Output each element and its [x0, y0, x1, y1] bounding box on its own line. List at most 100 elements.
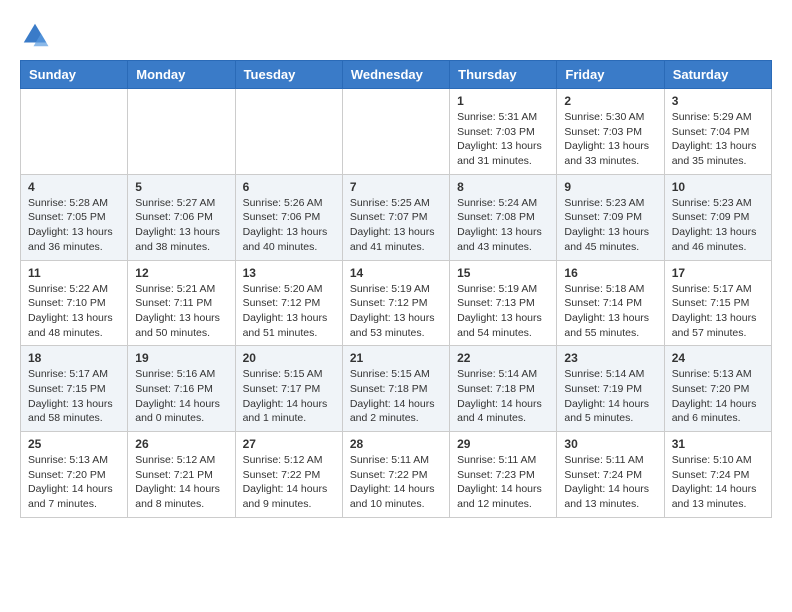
- weekday-header: Sunday: [21, 61, 128, 89]
- calendar-cell: 8Sunrise: 5:24 AM Sunset: 7:08 PM Daylig…: [450, 174, 557, 260]
- day-number: 22: [457, 351, 549, 365]
- day-info: Sunrise: 5:31 AM Sunset: 7:03 PM Dayligh…: [457, 110, 549, 169]
- day-number: 31: [672, 437, 764, 451]
- calendar-cell: 24 Sunrise: 5:13 AM Sunset: 7:20 PM Dayli…: [664, 346, 771, 432]
- day-number: 27: [243, 437, 335, 451]
- day-number: 4: [28, 180, 120, 194]
- calendar-cell: 17 Sunrise: 5:17 AM Sunset: 7:15 PM Dayli…: [664, 260, 771, 346]
- calendar-cell: 12Sunrise: 5:21 AM Sunset: 7:11 PM Dayli…: [128, 260, 235, 346]
- day-info: Sunrise: 5:11 AM Sunset: 7:24 PM Dayligh…: [564, 453, 656, 512]
- day-info: Sunrise: 5:14 AM Sunset: 7:19 PM Dayligh…: [564, 367, 656, 426]
- calendar-header-row: SundayMondayTuesdayWednesdayThursdayFrid…: [21, 61, 772, 89]
- day-number: 3: [672, 94, 764, 108]
- day-info: Sunrise: 5:16 AM Sunset: 7:16 PM Dayligh…: [135, 367, 227, 426]
- day-number: 6: [243, 180, 335, 194]
- day-number: 26: [135, 437, 227, 451]
- calendar-cell: 23 Sunrise: 5:14 AM Sunset: 7:19 PM Dayli…: [557, 346, 664, 432]
- day-number: 7: [350, 180, 442, 194]
- day-number: 16: [564, 266, 656, 280]
- calendar-cell: 15 Sunrise: 5:19 AM Sunset: 7:13 PM Dayli…: [450, 260, 557, 346]
- calendar-week-row: 1 Sunrise: 5:31 AM Sunset: 7:03 PM Daylig…: [21, 89, 772, 175]
- calendar-cell: 6 Sunrise: 5:26 AM Sunset: 7:06 PM Daylig…: [235, 174, 342, 260]
- day-info: Sunrise: 5:15 AM Sunset: 7:17 PM Dayligh…: [243, 367, 335, 426]
- day-info: Sunrise: 5:10 AM Sunset: 7:24 PM Dayligh…: [672, 453, 764, 512]
- day-info: Sunrise: 5:18 AM Sunset: 7:14 PM Dayligh…: [564, 282, 656, 341]
- day-info: Sunrise: 5:27 AM Sunset: 7:06 PM Dayligh…: [135, 196, 227, 255]
- calendar-cell: [235, 89, 342, 175]
- day-number: 23: [564, 351, 656, 365]
- day-info: Sunrise: 5:28 AM Sunset: 7:05 PM Dayligh…: [28, 196, 120, 255]
- calendar-week-row: 11 Sunrise: 5:22 AM Sunset: 7:10 PM Dayli…: [21, 260, 772, 346]
- day-info: Sunrise: 5:13 AM Sunset: 7:20 PM Dayligh…: [672, 367, 764, 426]
- day-info: Sunrise: 5:15 AM Sunset: 7:18 PM Dayligh…: [350, 367, 442, 426]
- day-info: Sunrise: 5:17 AM Sunset: 7:15 PM Dayligh…: [672, 282, 764, 341]
- day-info: Sunrise: 5:11 AM Sunset: 7:22 PM Dayligh…: [350, 453, 442, 512]
- calendar-cell: [21, 89, 128, 175]
- day-number: 11: [28, 266, 120, 280]
- calendar-cell: 26 Sunrise: 5:12 AM Sunset: 7:21 PM Dayli…: [128, 432, 235, 518]
- day-number: 9: [564, 180, 656, 194]
- day-info: Sunrise: 5:24 AM Sunset: 7:08 PM Dayligh…: [457, 196, 549, 255]
- calendar-cell: 7 Sunrise: 5:25 AM Sunset: 7:07 PM Daylig…: [342, 174, 449, 260]
- weekday-header: Tuesday: [235, 61, 342, 89]
- day-number: 15: [457, 266, 549, 280]
- calendar-cell: 29Sunrise: 5:11 AM Sunset: 7:23 PM Dayli…: [450, 432, 557, 518]
- day-info: Sunrise: 5:26 AM Sunset: 7:06 PM Dayligh…: [243, 196, 335, 255]
- calendar-cell: 14Sunrise: 5:19 AM Sunset: 7:12 PM Dayli…: [342, 260, 449, 346]
- day-number: 1: [457, 94, 549, 108]
- calendar-cell: 28 Sunrise: 5:11 AM Sunset: 7:22 PM Dayli…: [342, 432, 449, 518]
- calendar-cell: 21 Sunrise: 5:15 AM Sunset: 7:18 PM Dayli…: [342, 346, 449, 432]
- day-number: 17: [672, 266, 764, 280]
- day-info: Sunrise: 5:22 AM Sunset: 7:10 PM Dayligh…: [28, 282, 120, 341]
- calendar-cell: 5 Sunrise: 5:27 AM Sunset: 7:06 PM Daylig…: [128, 174, 235, 260]
- calendar-cell: 31 Sunrise: 5:10 AM Sunset: 7:24 PM Dayli…: [664, 432, 771, 518]
- calendar-cell: 13 Sunrise: 5:20 AM Sunset: 7:12 PM Dayli…: [235, 260, 342, 346]
- weekday-header: Thursday: [450, 61, 557, 89]
- day-info: Sunrise: 5:11 AM Sunset: 7:23 PM Dayligh…: [457, 453, 549, 512]
- day-number: 28: [350, 437, 442, 451]
- calendar-cell: 2 Sunrise: 5:30 AM Sunset: 7:03 PM Daylig…: [557, 89, 664, 175]
- day-number: 5: [135, 180, 227, 194]
- calendar-cell: 3 Sunrise: 5:29 AM Sunset: 7:04 PM Daylig…: [664, 89, 771, 175]
- day-info: Sunrise: 5:23 AM Sunset: 7:09 PM Dayligh…: [672, 196, 764, 255]
- day-info: Sunrise: 5:29 AM Sunset: 7:04 PM Dayligh…: [672, 110, 764, 169]
- calendar-cell: 22Sunrise: 5:14 AM Sunset: 7:18 PM Dayli…: [450, 346, 557, 432]
- day-number: 13: [243, 266, 335, 280]
- day-info: Sunrise: 5:23 AM Sunset: 7:09 PM Dayligh…: [564, 196, 656, 255]
- day-info: Sunrise: 5:21 AM Sunset: 7:11 PM Dayligh…: [135, 282, 227, 341]
- weekday-header: Saturday: [664, 61, 771, 89]
- day-info: Sunrise: 5:12 AM Sunset: 7:22 PM Dayligh…: [243, 453, 335, 512]
- calendar-cell: 11 Sunrise: 5:22 AM Sunset: 7:10 PM Dayli…: [21, 260, 128, 346]
- day-number: 19: [135, 351, 227, 365]
- day-info: Sunrise: 5:17 AM Sunset: 7:15 PM Dayligh…: [28, 367, 120, 426]
- calendar-table: SundayMondayTuesdayWednesdayThursdayFrid…: [20, 60, 772, 518]
- calendar-cell: 10 Sunrise: 5:23 AM Sunset: 7:09 PM Dayli…: [664, 174, 771, 260]
- day-number: 2: [564, 94, 656, 108]
- day-info: Sunrise: 5:19 AM Sunset: 7:12 PM Dayligh…: [350, 282, 442, 341]
- calendar-cell: [128, 89, 235, 175]
- day-info: Sunrise: 5:12 AM Sunset: 7:21 PM Dayligh…: [135, 453, 227, 512]
- calendar-cell: 1 Sunrise: 5:31 AM Sunset: 7:03 PM Daylig…: [450, 89, 557, 175]
- weekday-header: Monday: [128, 61, 235, 89]
- day-info: Sunrise: 5:25 AM Sunset: 7:07 PM Dayligh…: [350, 196, 442, 255]
- day-number: 24: [672, 351, 764, 365]
- day-number: 20: [243, 351, 335, 365]
- calendar-cell: 30Sunrise: 5:11 AM Sunset: 7:24 PM Dayli…: [557, 432, 664, 518]
- calendar-cell: 9 Sunrise: 5:23 AM Sunset: 7:09 PM Daylig…: [557, 174, 664, 260]
- day-number: 21: [350, 351, 442, 365]
- day-info: Sunrise: 5:13 AM Sunset: 7:20 PM Dayligh…: [28, 453, 120, 512]
- day-number: 10: [672, 180, 764, 194]
- calendar-cell: 16 Sunrise: 5:18 AM Sunset: 7:14 PM Dayli…: [557, 260, 664, 346]
- page-header: [20, 20, 772, 50]
- logo: [20, 20, 54, 50]
- calendar-cell: 20 Sunrise: 5:15 AM Sunset: 7:17 PM Dayli…: [235, 346, 342, 432]
- calendar-week-row: 18Sunrise: 5:17 AM Sunset: 7:15 PM Dayli…: [21, 346, 772, 432]
- calendar-week-row: 25 Sunrise: 5:13 AM Sunset: 7:20 PM Dayli…: [21, 432, 772, 518]
- day-number: 25: [28, 437, 120, 451]
- day-info: Sunrise: 5:30 AM Sunset: 7:03 PM Dayligh…: [564, 110, 656, 169]
- day-info: Sunrise: 5:20 AM Sunset: 7:12 PM Dayligh…: [243, 282, 335, 341]
- day-info: Sunrise: 5:19 AM Sunset: 7:13 PM Dayligh…: [457, 282, 549, 341]
- calendar-cell: 27 Sunrise: 5:12 AM Sunset: 7:22 PM Dayli…: [235, 432, 342, 518]
- calendar-cell: [342, 89, 449, 175]
- weekday-header: Wednesday: [342, 61, 449, 89]
